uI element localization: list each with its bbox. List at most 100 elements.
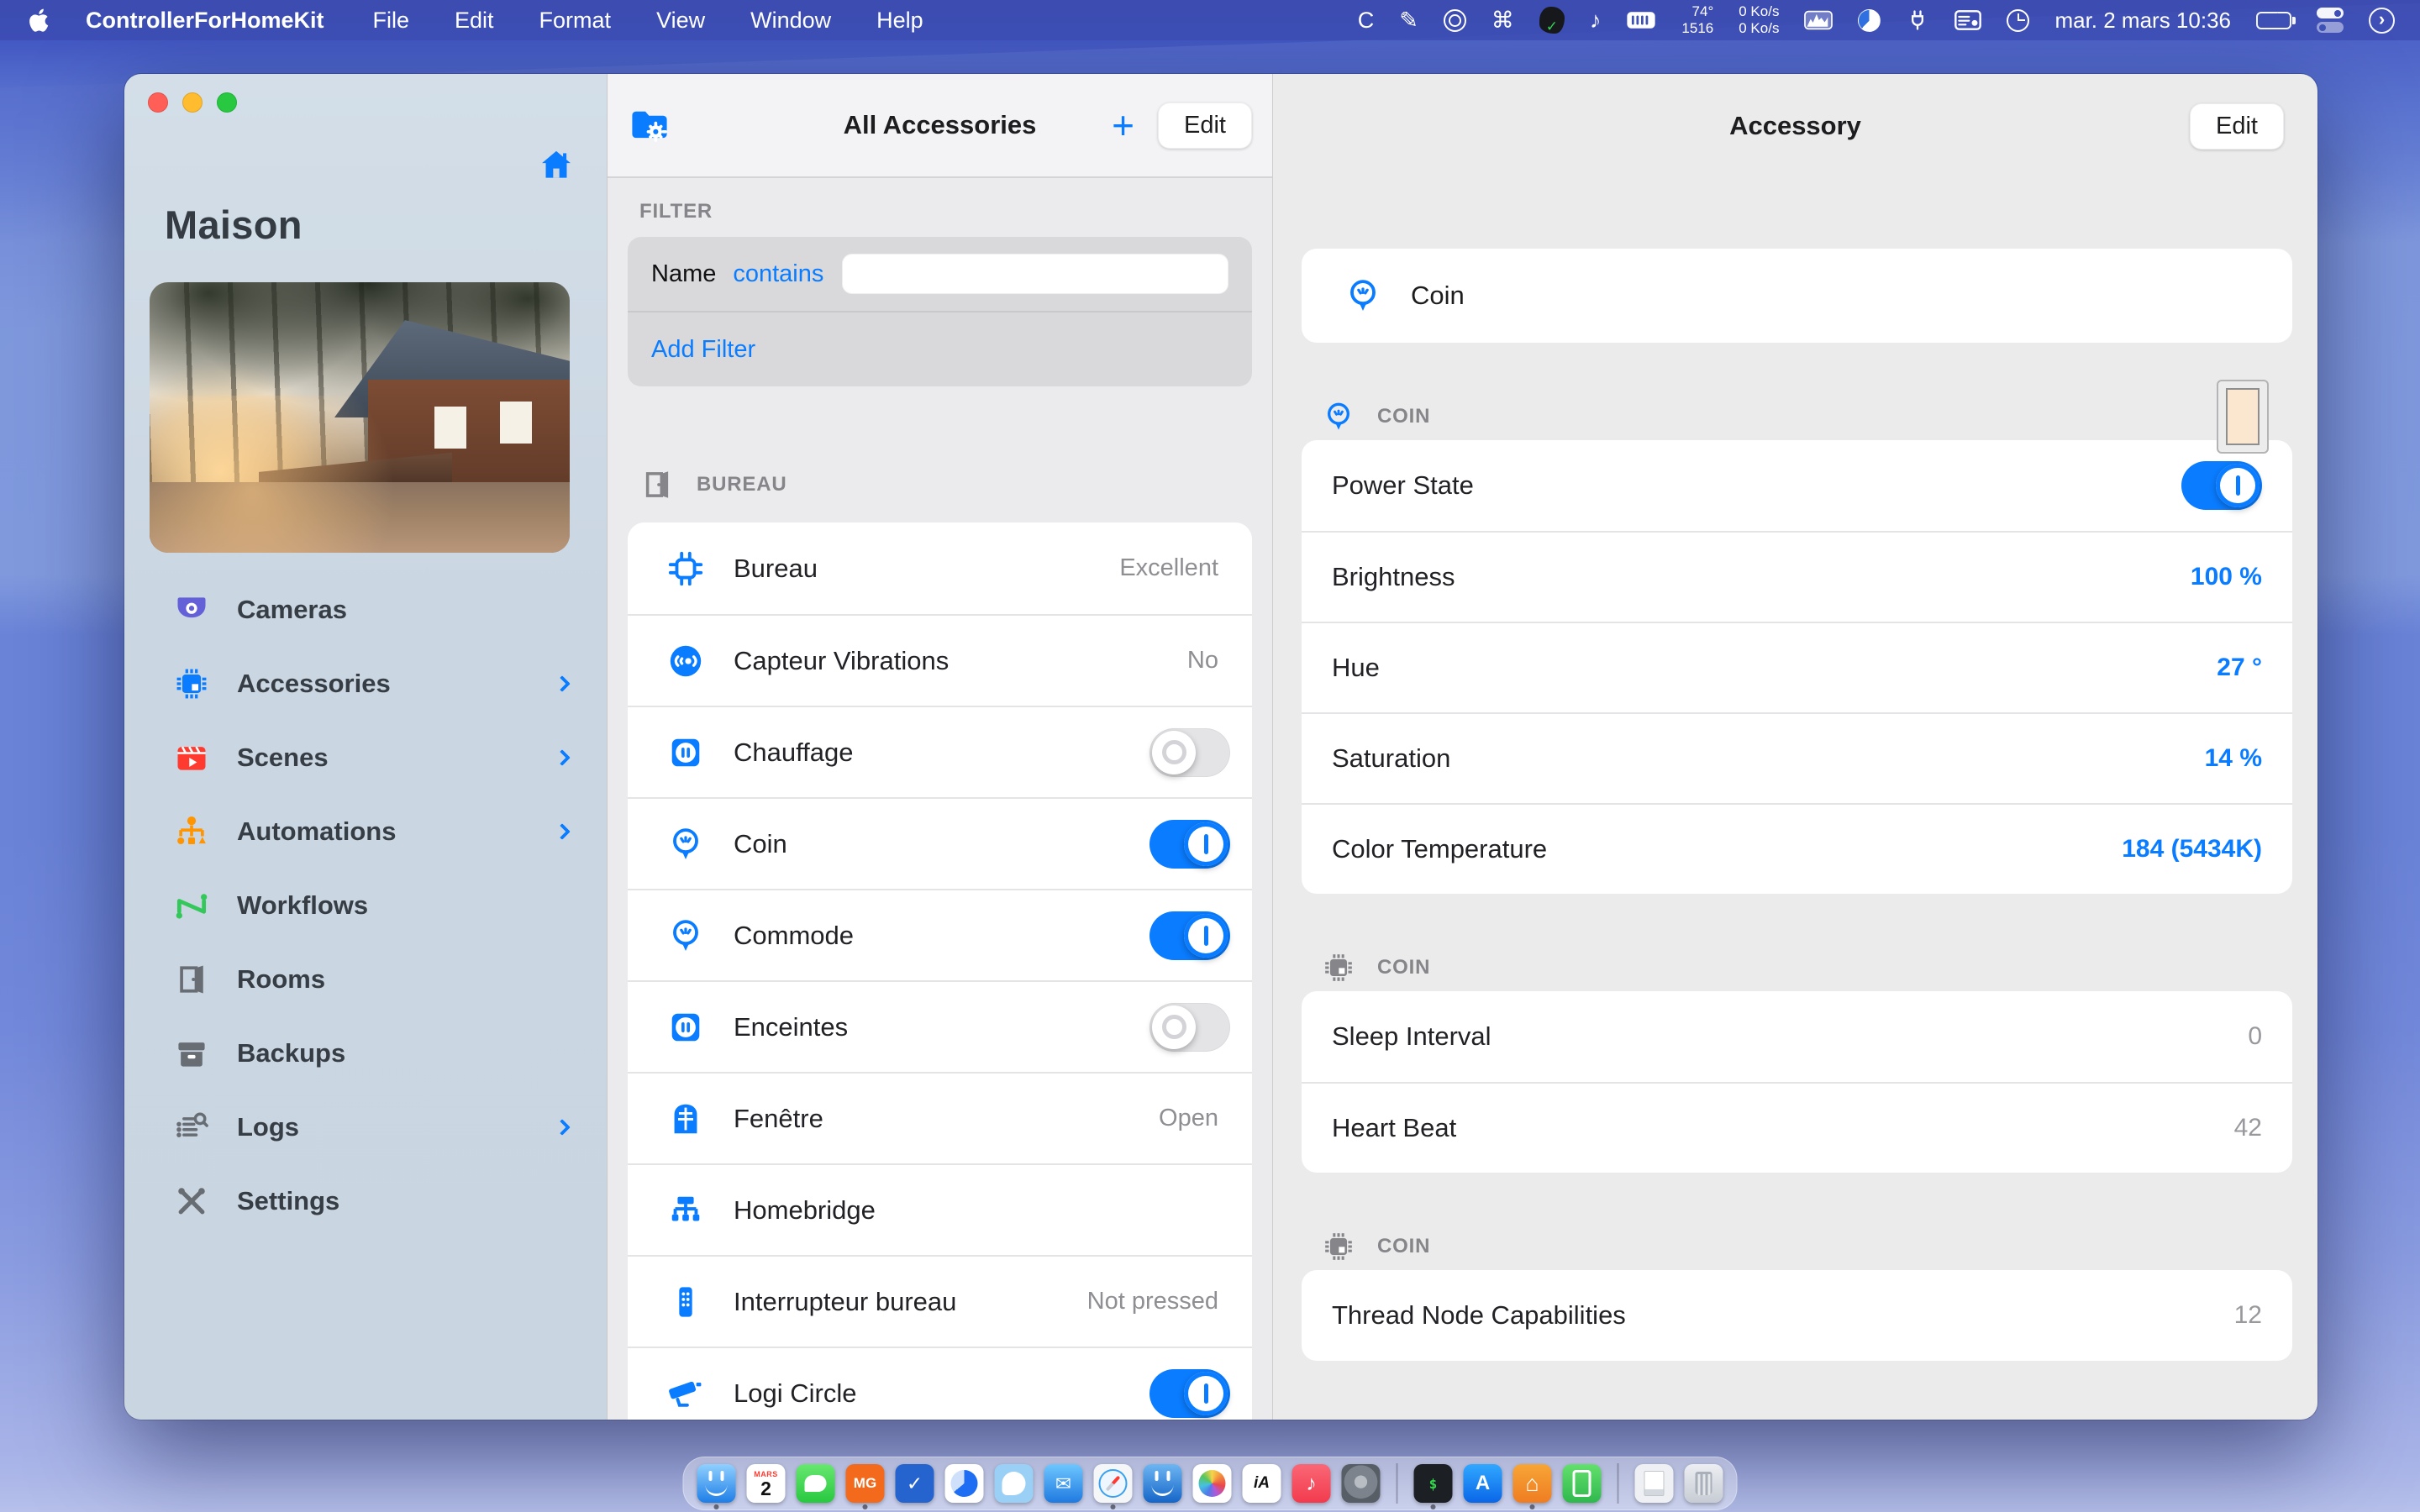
- sidebar-item-cameras[interactable]: Cameras: [124, 573, 607, 647]
- battery-status-icon[interactable]: ⚡: [2256, 11, 2296, 29]
- accessory-row-interrupteur-bureau[interactable]: Interrupteur bureau Not pressed: [628, 1255, 1252, 1347]
- command-status-icon[interactable]: ⌘: [1491, 8, 1514, 34]
- app-store-dock-icon[interactable]: A: [1463, 1464, 1502, 1503]
- mg-dock-icon[interactable]: MG: [845, 1464, 885, 1503]
- weather-widget[interactable]: 74° 1516: [1681, 3, 1713, 38]
- c-app-status-icon[interactable]: C: [1358, 8, 1375, 34]
- sidebar-item-logs[interactable]: Logs: [124, 1090, 607, 1164]
- music-dock-icon[interactable]: ♪: [1292, 1464, 1331, 1503]
- power-state-toggle[interactable]: [2181, 461, 2262, 510]
- chevron-right-icon: [554, 823, 571, 840]
- keyboard-status-icon[interactable]: [1626, 10, 1656, 30]
- messages-dock-icon[interactable]: [796, 1464, 835, 1503]
- photos-dock-icon[interactable]: [1192, 1464, 1232, 1503]
- characteristics-card: Thread Node Capabilities 12: [1302, 1270, 2292, 1361]
- close-window-button[interactable]: [148, 92, 168, 113]
- sidebar-item-backups[interactable]: Backups: [124, 1016, 607, 1090]
- power-status-icon[interactable]: [1443, 8, 1466, 32]
- characteristic-label: Saturation: [1332, 743, 1451, 773]
- menu-window[interactable]: Window: [750, 8, 831, 34]
- vpn-blob-status-icon[interactable]: [1539, 7, 1565, 34]
- terminal-dock-icon[interactable]: $: [1413, 1464, 1453, 1503]
- characteristic-value[interactable]: 184 (5434K): [2122, 835, 2262, 864]
- home-icon[interactable]: [538, 146, 575, 183]
- safari-dock-icon[interactable]: [1093, 1464, 1133, 1503]
- accessory-power-toggle[interactable]: [1150, 819, 1230, 869]
- network-speed-widget[interactable]: 0 Ko/s 0 Ko/s: [1739, 3, 1779, 38]
- accessory-row-bureau[interactable]: Bureau Excellent: [628, 522, 1252, 614]
- characteristic-value: 0: [2248, 1022, 2262, 1050]
- apple-menu-icon[interactable]: [25, 6, 54, 34]
- detail-edit-button[interactable]: Edit: [2190, 102, 2284, 150]
- app-menu-title[interactable]: ControllerForHomeKit: [86, 8, 324, 34]
- minimize-window-button[interactable]: [182, 92, 203, 113]
- sidebar-item-label: Backups: [237, 1038, 346, 1068]
- home-name-title: Maison: [165, 202, 302, 247]
- control-center-chevron-icon[interactable]: ›: [2369, 7, 2395, 34]
- characteristic-value[interactable]: 100 %: [2191, 563, 2262, 591]
- menu-help[interactable]: Help: [876, 8, 923, 34]
- history-clock-status-icon[interactable]: [2007, 8, 2030, 32]
- accessory-row-chauffage[interactable]: Chauffage: [628, 706, 1252, 797]
- accessory-row-homebridge[interactable]: Homebridge: [628, 1163, 1252, 1255]
- color-well-button[interactable]: [2217, 380, 2269, 454]
- filter-operator-button[interactable]: contains: [733, 260, 823, 288]
- accessory-row-fen-tre[interactable]: Fenêtre Open: [628, 1072, 1252, 1163]
- accessory-row-enceintes[interactable]: Enceintes: [628, 980, 1252, 1072]
- characteristic-value[interactable]: 27 °: [2217, 654, 2262, 682]
- accessory-power-toggle[interactable]: [1150, 1368, 1230, 1418]
- filter-value-input[interactable]: [842, 254, 1228, 294]
- sidebar-item-rooms[interactable]: Rooms: [124, 942, 607, 1016]
- characteristics-card: Sleep Interval 0 Heart Beat 42: [1302, 991, 2292, 1173]
- characteristic-value[interactable]: 14 %: [2205, 744, 2262, 773]
- plug-status-icon[interactable]: [1906, 8, 1929, 32]
- menu-view[interactable]: View: [656, 8, 705, 34]
- pencil-status-icon[interactable]: ✎: [1399, 8, 1418, 34]
- clipboard-status-icon[interactable]: [1954, 9, 1982, 31]
- accessory-power-toggle[interactable]: [1150, 1002, 1230, 1052]
- menu-format[interactable]: Format: [539, 8, 612, 34]
- calendar-dock-icon[interactable]: MARS 2: [746, 1464, 786, 1503]
- sidebar-item-label: Accessories: [237, 669, 391, 698]
- accessory-power-toggle[interactable]: [1150, 911, 1230, 960]
- things-dock-icon[interactable]: ✓: [895, 1464, 934, 1503]
- smart-group-folder-icon[interactable]: [628, 103, 671, 147]
- menu-file[interactable]: File: [373, 8, 410, 34]
- accessory-row-capteur-vibrations[interactable]: Capteur Vibrations No: [628, 614, 1252, 706]
- mail-dock-icon[interactable]: ✉: [1044, 1464, 1083, 1503]
- accessory-power-toggle[interactable]: [1150, 727, 1230, 777]
- device-link-dock-icon[interactable]: [1562, 1464, 1602, 1503]
- music-status-icon[interactable]: ♪: [1590, 8, 1602, 34]
- installer-dock-icon[interactable]: [1634, 1464, 1674, 1503]
- controller-home-dock-icon[interactable]: ⌂: [1512, 1464, 1552, 1503]
- trash-dock-icon[interactable]: [1684, 1464, 1723, 1503]
- sidebar-item-workflows[interactable]: Workflows: [124, 869, 607, 942]
- list-edit-button[interactable]: Edit: [1158, 102, 1252, 149]
- home-photo[interactable]: [150, 282, 570, 553]
- sidebar-item-scenes[interactable]: Scenes: [124, 721, 607, 795]
- preferences-dock-icon[interactable]: [1341, 1464, 1381, 1503]
- menu-clock[interactable]: mar. 2 mars 10:36: [2054, 8, 2231, 34]
- characteristic-row-power-state: Power State: [1302, 440, 2292, 531]
- accessory-row-commode[interactable]: Commode: [628, 889, 1252, 980]
- finder-alt-dock-icon[interactable]: [1143, 1464, 1182, 1503]
- add-filter-button[interactable]: Add Filter: [651, 336, 755, 364]
- sidebar-item-accessories[interactable]: Accessories: [124, 647, 607, 721]
- ia-writer-dock-icon[interactable]: iA: [1242, 1464, 1281, 1503]
- accessory-summary-card[interactable]: Coin: [1302, 249, 2292, 343]
- service-section-header: COIN: [1322, 380, 2292, 454]
- sidebar-item-settings[interactable]: Settings: [124, 1164, 607, 1238]
- accessory-row-name: Homebridge: [734, 1194, 876, 1225]
- activity-graph-status-icon[interactable]: [1804, 10, 1833, 30]
- accessory-row-coin[interactable]: Coin: [628, 797, 1252, 889]
- zoom-window-button[interactable]: [217, 92, 237, 113]
- add-accessory-button[interactable]: +: [1112, 106, 1134, 144]
- disk-pie-status-icon[interactable]: [1858, 8, 1881, 32]
- menu-edit[interactable]: Edit: [455, 8, 494, 34]
- twitter-dock-icon[interactable]: [994, 1464, 1034, 1503]
- finder-dock-icon[interactable]: [697, 1464, 736, 1503]
- sidebar-item-automations[interactable]: Automations: [124, 795, 607, 869]
- accessory-row-logi-circle[interactable]: Logi Circle: [628, 1347, 1252, 1420]
- timer-dock-icon[interactable]: [944, 1464, 984, 1503]
- toggles-status-icon[interactable]: [2317, 8, 2344, 33]
